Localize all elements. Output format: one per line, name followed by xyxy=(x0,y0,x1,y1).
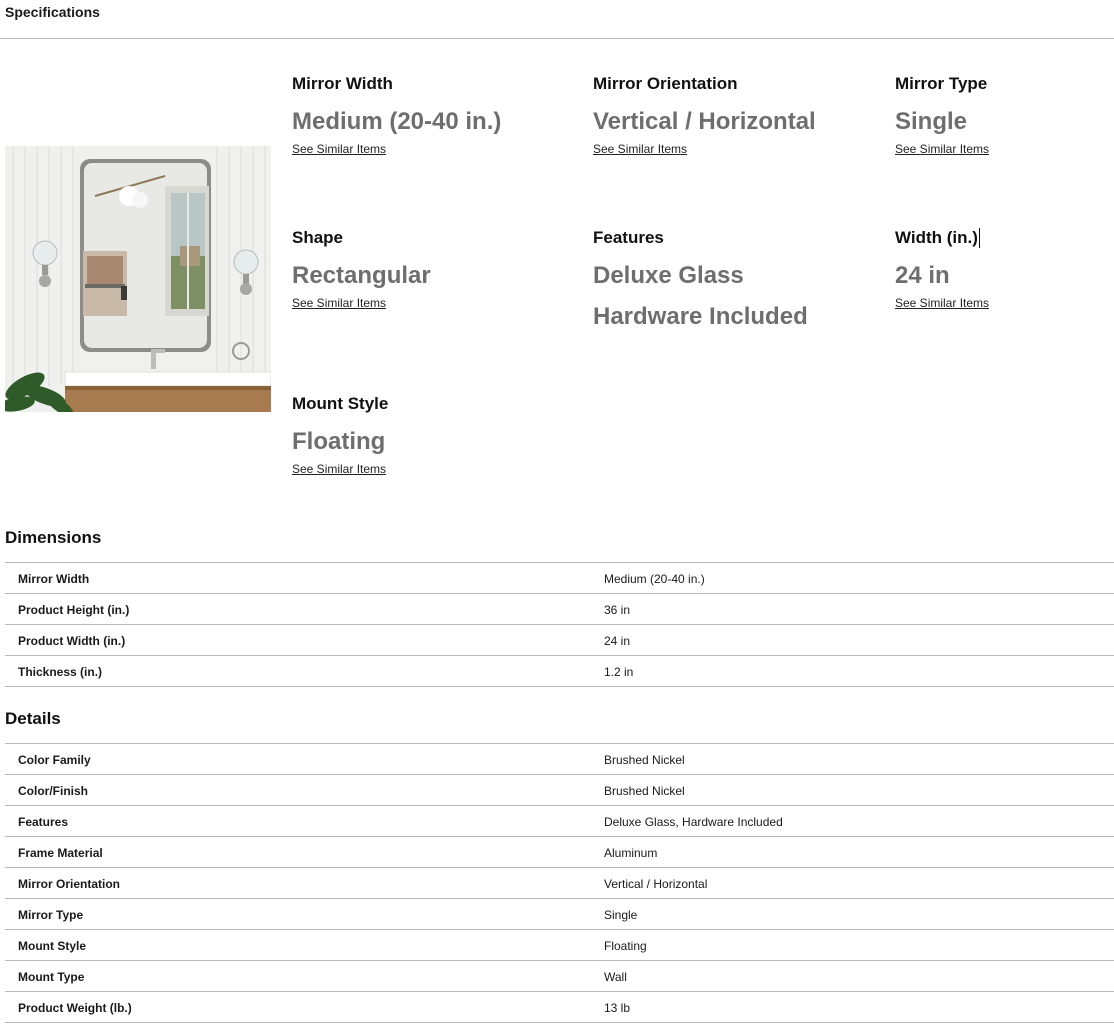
row-value: Wall xyxy=(604,970,627,984)
row-label: Mount Type xyxy=(18,970,85,984)
table-row: Product Width (in.) 24 in xyxy=(5,625,1114,656)
table-row: Frame Material Aluminum xyxy=(5,837,1114,868)
row-label: Thickness (in.) xyxy=(18,665,103,679)
specifications-page: Specifications Mirror Width Medium (20-4… xyxy=(0,0,1114,1026)
attr-title-text: Width (in.) xyxy=(895,228,978,247)
see-similar-items-link[interactable]: See Similar Items xyxy=(895,142,989,156)
row-label: Product Width (in.) xyxy=(18,634,126,648)
attr-mount-style: Mount Style Floating See Similar Items xyxy=(292,394,592,478)
row-value: Brushed Nickel xyxy=(604,753,685,767)
specifications-header[interactable]: Specifications xyxy=(0,0,1114,39)
text-cursor xyxy=(978,228,980,248)
row-label: Mirror Orientation xyxy=(18,877,121,891)
details-heading: Details xyxy=(5,709,61,728)
attr-mirror-type: Mirror Type Single See Similar Items xyxy=(895,74,1105,158)
attr-value: Floating xyxy=(292,428,386,455)
see-similar-items-link[interactable]: See Similar Items xyxy=(292,142,386,156)
see-similar-items-link[interactable]: See Similar Items xyxy=(292,296,386,310)
product-image xyxy=(5,146,271,412)
table-row: Mirror Type Single xyxy=(5,899,1114,930)
row-value: 13 lb xyxy=(604,1001,631,1015)
table-row: Product Weight (lb.) 13 lb xyxy=(5,992,1114,1023)
attr-value: Rectangular xyxy=(292,262,431,289)
dimensions-table: Mirror Width Medium (20-40 in.) Product … xyxy=(5,562,1114,687)
see-similar-items-link[interactable]: See Similar Items xyxy=(292,462,386,476)
dimensions-heading: Dimensions xyxy=(5,528,102,547)
attr-features: Features Deluxe Glass Hardware Included xyxy=(593,228,893,331)
row-value: Brushed Nickel xyxy=(604,784,685,798)
table-row: Features Deluxe Glass, Hardware Included xyxy=(5,806,1114,837)
row-value: Deluxe Glass, Hardware Included xyxy=(604,815,783,829)
attr-value: Deluxe Glass xyxy=(593,262,744,289)
see-similar-items-link[interactable]: See Similar Items xyxy=(895,296,989,310)
table-row: Mirror Width Medium (20-40 in.) xyxy=(5,563,1114,594)
row-label: Product Height (in.) xyxy=(18,603,130,617)
row-value: 36 in xyxy=(604,603,631,617)
table-row: Thickness (in.) 1.2 in xyxy=(5,656,1114,687)
row-label: Color Family xyxy=(18,753,91,767)
table-row: Mount Style Floating xyxy=(5,930,1114,961)
row-value: Medium (20-40 in.) xyxy=(604,572,705,586)
attr-mirror-width: Mirror Width Medium (20-40 in.) See Simi… xyxy=(292,74,592,158)
table-row: Color Family Brushed Nickel xyxy=(5,744,1114,775)
attr-title: Mirror Width xyxy=(292,74,393,93)
attr-title: Shape xyxy=(292,228,344,247)
row-label: Product Weight (lb.) xyxy=(18,1001,132,1015)
attr-title: Features xyxy=(593,228,664,247)
attr-value: Single xyxy=(895,108,968,135)
attr-width-in: Width (in.) 24 in See Similar Items xyxy=(895,228,1105,312)
row-label: Mount Style xyxy=(18,939,86,953)
row-label: Mirror Type xyxy=(18,908,84,922)
row-value: 24 in xyxy=(604,634,631,648)
attr-title: Mount Style xyxy=(292,394,389,413)
row-label: Features xyxy=(18,815,69,829)
see-similar-items-link[interactable]: See Similar Items xyxy=(593,142,687,156)
table-row: Color/Finish Brushed Nickel xyxy=(5,775,1114,806)
specifications-title: Specifications xyxy=(5,4,100,20)
attr-title: Width (in.) xyxy=(895,228,1105,248)
attr-shape: Shape Rectangular See Similar Items xyxy=(292,228,592,312)
attr-value: Medium (20-40 in.) xyxy=(292,108,502,135)
row-value: Floating xyxy=(604,939,647,953)
attr-mirror-orientation: Mirror Orientation Vertical / Horizontal… xyxy=(593,74,893,158)
row-label: Mirror Width xyxy=(18,572,90,586)
row-value: Aluminum xyxy=(604,846,658,860)
row-value: 1.2 in xyxy=(604,665,634,679)
attr-value: Vertical / Horizontal xyxy=(593,108,816,135)
details-table: Color Family Brushed Nickel Color/Finish… xyxy=(5,743,1114,1023)
table-row: Mount Type Wall xyxy=(5,961,1114,992)
row-label: Color/Finish xyxy=(18,784,88,798)
attr-value: 24 in xyxy=(895,262,950,289)
row-value: Vertical / Horizontal xyxy=(604,877,708,891)
row-label: Frame Material xyxy=(18,846,103,860)
row-value: Single xyxy=(604,908,638,922)
attr-title: Mirror Orientation xyxy=(593,74,738,93)
table-row: Product Height (in.) 36 in xyxy=(5,594,1114,625)
table-row: Mirror Orientation Vertical / Horizontal xyxy=(5,868,1114,899)
attr-value: Hardware Included xyxy=(593,303,808,330)
attr-title: Mirror Type xyxy=(895,74,988,93)
